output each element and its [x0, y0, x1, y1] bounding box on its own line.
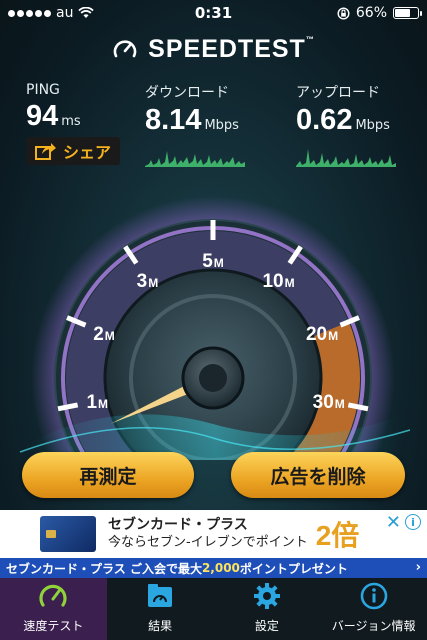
speedometer-icon — [39, 584, 67, 607]
upload-unit: Mbps — [355, 118, 390, 133]
share-label: シェア — [62, 143, 111, 162]
ad-line1: セブンカード・プラス — [108, 517, 248, 533]
gauge-graphic: 01M2M3M5M10M20M30M50M — [19, 196, 411, 460]
download-unit: Mbps — [204, 118, 239, 133]
speed-gauge: 01M2M3M5M10M20M30M50M — [0, 180, 427, 460]
tab-speed-test[interactable]: 速度テスト — [0, 578, 107, 640]
status-bar: au 0:31 66% — [0, 0, 427, 26]
status-right: 66% — [337, 5, 422, 21]
clock: 0:31 — [194, 4, 233, 22]
upload-sparkline — [296, 149, 396, 167]
upload-stat: アップロード 0.62 Mbps — [296, 82, 396, 171]
upload-label: アップロード — [296, 85, 380, 101]
tab-results[interactable]: 結果 — [107, 578, 214, 640]
tab-label: 設定 — [254, 619, 279, 633]
status-left: au — [8, 5, 95, 21]
download-label: ダウンロード — [145, 85, 229, 101]
battery-icon — [393, 7, 422, 19]
speedometer-logo-icon — [113, 40, 137, 58]
signal-icon — [8, 9, 51, 17]
tab-bar: 速度テスト 結果 設定 バージョン情報 — [0, 578, 427, 640]
share-icon — [34, 143, 56, 160]
wifi-icon — [78, 7, 95, 18]
remove-ads-button[interactable]: 広告を削除 — [231, 452, 405, 498]
download-sparkline — [145, 151, 245, 167]
info-icon — [360, 582, 387, 610]
upload-value: 0.62 — [296, 104, 353, 136]
ping-value: 94 — [26, 100, 59, 132]
ping-stat: PING 94 ms — [26, 82, 81, 133]
ad-line2: 今ならセブン-イレブンでポイント — [108, 535, 308, 550]
app-screen: au 0:31 66% SPEEDTEST™ PING 94 ms ダウンロード… — [0, 0, 427, 640]
tab-label: バージョン情報 — [331, 619, 416, 633]
download-stat: ダウンロード 8.14 Mbps — [145, 82, 245, 171]
tab-label: 速度テスト — [23, 619, 84, 633]
battery-fill — [395, 9, 410, 17]
ping-unit: ms — [61, 114, 81, 129]
results-icon — [148, 584, 173, 607]
gear-icon — [253, 583, 280, 609]
download-value: 8.14 — [145, 104, 202, 136]
ad-promo-bar[interactable]: セブンカード・プラス ご入会で最大 2,000 ポイントプレゼント › — [0, 558, 427, 578]
remove-ads-label: 広告を削除 — [270, 465, 366, 488]
ad-info-icon[interactable]: i — [405, 514, 421, 530]
battery-percent: 66% — [355, 5, 387, 21]
speedtest-logo: SPEEDTEST™ — [0, 32, 427, 66]
retest-button[interactable]: 再測定 — [22, 452, 194, 498]
tab-settings[interactable]: 設定 — [214, 578, 321, 640]
ad-close-icon[interactable]: ✕ — [386, 512, 401, 533]
carrier-name: au — [56, 5, 74, 21]
rotation-lock-icon — [337, 6, 350, 20]
ad-banner[interactable]: セブンカード・プラス 今ならセブン-イレブンでポイント 2倍 ✕ i セブンカー… — [0, 510, 427, 578]
ad-highlight: 2倍 — [315, 520, 360, 551]
tab-label: 結果 — [148, 619, 173, 633]
share-button[interactable]: シェア — [26, 137, 120, 165]
logo-text: SPEEDTEST™ — [148, 34, 315, 63]
retest-label: 再測定 — [79, 465, 137, 488]
tab-about[interactable]: バージョン情報 — [320, 578, 427, 640]
chevron-right-icon: › — [415, 560, 421, 575]
ping-label: PING — [26, 82, 60, 98]
credit-card-image — [40, 516, 96, 552]
